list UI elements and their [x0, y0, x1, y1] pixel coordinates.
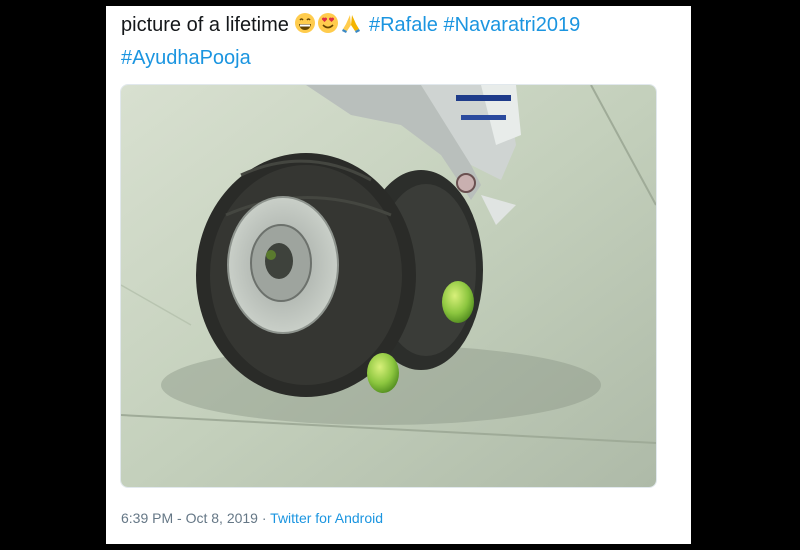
- hashtag-navaratri2019[interactable]: #Navaratri2019: [443, 14, 580, 36]
- tweet-card: picture of a lifetime #Rafale #Navaratri…: [106, 6, 691, 544]
- tweet-text-body: picture of a lifetime: [121, 14, 289, 36]
- landing-gear-photo-icon: [121, 85, 656, 487]
- heart-eyes-icon: [317, 12, 339, 43]
- tweet-meta: 6:39 PM - Oct 8, 2019 · Twitter for Andr…: [121, 510, 383, 526]
- tweet-source-link[interactable]: Twitter for Android: [270, 510, 383, 526]
- tweet-photo[interactable]: [120, 84, 657, 488]
- tweet-text: picture of a lifetime #Rafale #Navaratri…: [121, 10, 681, 73]
- hashtag-ayudhapooja[interactable]: #AyudhaPooja: [121, 47, 251, 69]
- hashtag-rafale[interactable]: #Rafale: [369, 14, 438, 36]
- grinning-face-icon: [294, 12, 316, 43]
- folded-hands-icon: [340, 12, 362, 43]
- tweet-timestamp[interactable]: 6:39 PM - Oct 8, 2019: [121, 510, 258, 526]
- meta-separator: ·: [257, 510, 271, 526]
